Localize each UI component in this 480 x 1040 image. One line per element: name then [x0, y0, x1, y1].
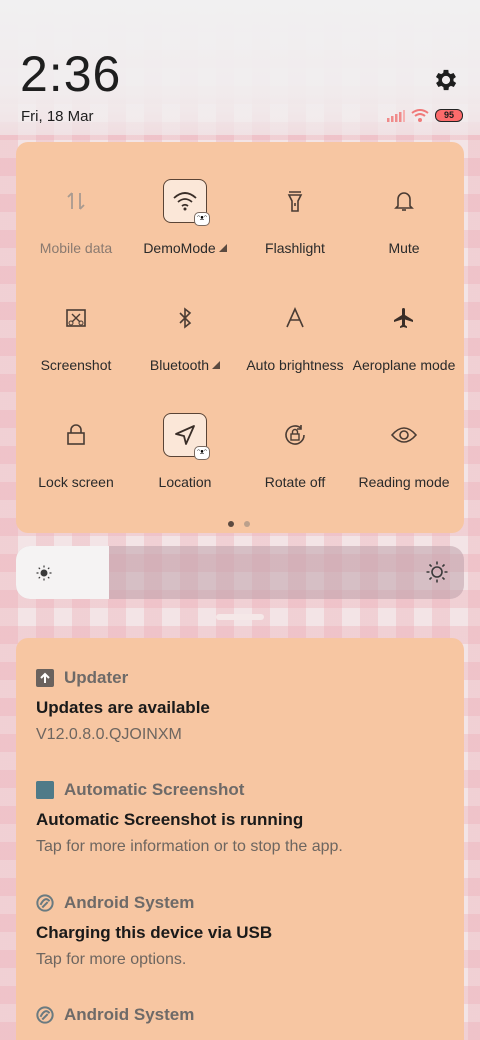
tile-label: Flashlight — [265, 240, 325, 256]
notification-body: V12.0.8.0.QJOINXM — [36, 726, 182, 743]
updater-icon — [36, 669, 54, 687]
expand-triangle-icon — [218, 244, 227, 252]
quick-settings-panel: Mobile data ᵔᴥᵔ DemoMode Flashlight Mute — [16, 142, 464, 533]
tile-reading-mode[interactable]: Reading mode — [349, 413, 459, 513]
bell-icon — [382, 179, 426, 223]
tile-aeroplane-mode[interactable]: Aeroplane mode — [349, 296, 459, 396]
notification-title: Charging this device via USB — [36, 923, 273, 942]
page-indicator — [228, 521, 250, 527]
expand-triangle-icon — [212, 361, 221, 369]
page-dot-active[interactable] — [228, 521, 234, 527]
page-dot[interactable] — [244, 521, 250, 527]
tile-label: DemoMode — [124, 240, 246, 256]
bluetooth-icon — [163, 296, 207, 340]
tile-bluetooth[interactable]: Bluetooth — [130, 296, 240, 396]
brightness-fill — [16, 546, 109, 599]
notification-android-system[interactable]: Android System — [36, 1003, 456, 1027]
eye-icon — [382, 413, 426, 457]
settings-icon[interactable] — [432, 66, 460, 94]
tile-label: Auto brightness — [246, 357, 344, 373]
cat-badge-icon: ᵔᴥᵔ — [194, 212, 210, 226]
notification-panel: Updater Updates are available V12.0.8.0.… — [16, 638, 464, 1040]
drag-handle[interactable] — [216, 614, 264, 620]
flashlight-icon — [273, 179, 317, 223]
tile-demomode[interactable]: ᵔᴥᵔ DemoMode — [130, 179, 240, 279]
tile-label: Mobile data — [39, 240, 113, 256]
tile-rotate-off[interactable]: Rotate off — [240, 413, 350, 513]
notification-app-name: Automatic Screenshot — [64, 780, 245, 799]
cat-badge-icon: ᵔᴥᵔ — [194, 446, 210, 460]
wifi-icon — [411, 109, 429, 122]
tile-label: Screenshot — [40, 357, 112, 373]
screenshot-app-icon — [36, 781, 54, 799]
android-system-icon — [36, 894, 54, 912]
tile-mute[interactable]: Mute — [349, 179, 459, 279]
location-icon: ᵔᴥᵔ — [163, 413, 210, 460]
screenshot-icon — [54, 296, 98, 340]
tile-label: Reading mode — [358, 474, 450, 490]
tile-lock-screen[interactable]: Lock screen — [21, 413, 131, 513]
notification-usb-charging[interactable]: Android System Charging this device via … — [36, 891, 456, 969]
notification-updater[interactable]: Updater Updates are available V12.0.8.0.… — [36, 666, 456, 744]
rotate-lock-icon — [273, 413, 317, 457]
android-system-icon — [36, 1006, 54, 1024]
tile-label: Bluetooth — [124, 357, 246, 373]
battery-icon: 95 — [435, 109, 463, 122]
notification-app-name: Android System — [64, 1005, 195, 1024]
notification-title: Automatic Screenshot is running — [36, 810, 304, 829]
tile-label: Rotate off — [264, 474, 326, 490]
tile-mobile-data[interactable]: Mobile data — [21, 179, 131, 279]
tile-label: Lock screen — [38, 474, 114, 490]
lock-icon — [54, 413, 98, 457]
wifi-icon: ᵔᴥᵔ — [163, 179, 210, 226]
tile-label: Location — [158, 474, 212, 490]
clock: 2:36 — [20, 46, 122, 102]
notification-app-name: Updater — [64, 668, 129, 687]
airplane-icon — [382, 296, 426, 340]
tile-flashlight[interactable]: Flashlight — [240, 179, 350, 279]
brightness-low-icon — [36, 565, 52, 581]
notification-body: Tap for more information or to stop the … — [36, 838, 343, 855]
tile-location[interactable]: ᵔᴥᵔ Location — [130, 413, 240, 513]
date: Fri, 18 Mar — [21, 108, 94, 125]
brightness-high-icon — [426, 561, 448, 583]
tile-screenshot[interactable]: Screenshot — [21, 296, 131, 396]
notification-body: Tap for more options. — [36, 951, 187, 968]
notification-title: Updates are available — [36, 698, 210, 717]
status-icons: 95 — [387, 109, 463, 122]
tile-label: Mute — [388, 240, 420, 256]
notification-app-name: Android System — [64, 893, 195, 912]
mobile-data-icon — [54, 179, 98, 223]
tile-label: Aeroplane mode — [352, 357, 456, 373]
auto-brightness-icon — [273, 296, 317, 340]
notification-automatic-screenshot[interactable]: Automatic Screenshot Automatic Screensho… — [36, 778, 456, 856]
brightness-slider[interactable] — [16, 546, 464, 599]
signal-icon — [387, 109, 405, 122]
tile-auto-brightness[interactable]: Auto brightness — [240, 296, 350, 396]
